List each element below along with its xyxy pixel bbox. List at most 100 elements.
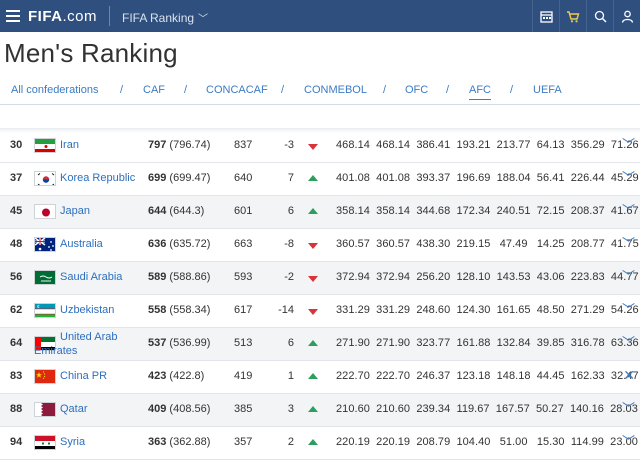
table-row[interactable]: 64 United Arab Emirates 537 (536.99) 513 … — [0, 328, 640, 361]
flag-uzbekistan-icon — [34, 303, 56, 318]
position-movement: 2 — [287, 436, 294, 448]
team-name-link[interactable]: China PR — [60, 370, 107, 382]
previous-points: 601 — [234, 205, 253, 217]
team-name-link[interactable]: Syria — [60, 436, 85, 448]
total-points: 699 (699.47) — [148, 172, 211, 184]
table-row[interactable]: 48 Australia 636 (635.72) 663 -8 360.57 … — [0, 229, 640, 262]
rank: 62 — [10, 304, 23, 316]
menu-icon[interactable] — [6, 10, 20, 22]
fifa-logo[interactable]: FIFA.com — [28, 8, 97, 25]
tab-caf[interactable]: CAF — [143, 84, 165, 96]
point-breakdown: 360.57 360.57 438.30 219.15 47.49 14.25 … — [336, 238, 639, 250]
tab-separator: / — [281, 84, 285, 96]
rank: 88 — [10, 403, 23, 415]
tab-separator: / — [120, 84, 124, 96]
team-name-link[interactable]: Japan — [60, 205, 90, 217]
tab-concacaf[interactable]: CONCACAF — [206, 84, 268, 96]
arrow-down-icon — [308, 144, 318, 150]
total-points: 423 (422.8) — [148, 370, 205, 382]
position-movement: 7 — [287, 172, 294, 184]
tab-uefa[interactable]: UEFA — [533, 84, 562, 96]
previous-points: 385 — [234, 403, 253, 415]
team-name-link[interactable]: Iran — [60, 139, 79, 151]
chevron-down-icon[interactable]: ﹀ — [622, 266, 635, 285]
tab-ofc[interactable]: OFC — [405, 84, 428, 96]
page-title: Men's Ranking — [4, 38, 178, 68]
table-row[interactable]: 30 Iran 797 (796.74) 837 -3 468.14 468.1… — [0, 130, 640, 163]
team-name-link[interactable]: Saudi Arabia — [60, 271, 122, 283]
total-points: 363 (362.88) — [148, 436, 211, 448]
table-row[interactable]: 83 China PR 423 (422.8) 419 1 222.70 222… — [0, 361, 640, 394]
arrow-up-icon — [308, 175, 318, 181]
table-row[interactable]: 62 Uzbekistan 558 (558.34) 617 -14 331.2… — [0, 295, 640, 328]
tab-conmebol[interactable]: CONMEBOL — [304, 84, 367, 96]
table-row[interactable]: 88 Qatar 409 (408.56) 385 3 210.60 210.6… — [0, 394, 640, 427]
point-breakdown: 210.60 210.60 239.34 119.67 167.57 50.27… — [336, 403, 638, 415]
position-movement: -8 — [284, 238, 294, 250]
total-points: 797 (796.74) — [148, 139, 211, 151]
flag-korea-icon — [34, 171, 56, 186]
flag-syria-icon — [34, 435, 56, 450]
chevron-down-icon[interactable]: ﹀ — [622, 332, 635, 351]
previous-points: 663 — [234, 238, 253, 250]
arrow-down-icon — [308, 309, 318, 315]
position-movement: 1 — [287, 370, 294, 382]
chevron-down-icon[interactable]: ﹀ — [622, 200, 635, 219]
header-actions — [532, 0, 640, 32]
flag-australia-icon — [34, 237, 56, 252]
rank: 45 — [10, 205, 23, 217]
position-movement: 6 — [287, 337, 294, 349]
position-movement: -3 — [284, 139, 294, 151]
rank: 37 — [10, 172, 23, 184]
total-points: 409 (408.56) — [148, 403, 211, 415]
tab-afc[interactable]: AFC — [469, 84, 491, 100]
previous-points: 617 — [234, 304, 253, 316]
position-movement: -2 — [284, 271, 294, 283]
arrow-up-icon — [308, 439, 318, 445]
user-icon[interactable] — [613, 0, 640, 32]
flag-qatar-icon — [34, 402, 56, 417]
team-name-link[interactable]: Australia — [60, 238, 103, 250]
chevron-down-icon[interactable]: ﹀ — [622, 167, 635, 186]
total-points: 558 (558.34) — [148, 304, 211, 316]
search-icon[interactable] — [586, 0, 613, 32]
point-breakdown: 331.29 331.29 248.60 124.30 161.65 48.50… — [336, 304, 639, 316]
close-icon[interactable]: ✕ — [623, 367, 635, 384]
total-points: 636 (635.72) — [148, 238, 211, 250]
chevron-down-icon[interactable]: ﹀ — [622, 134, 635, 153]
arrow-up-icon — [308, 373, 318, 379]
table-row[interactable]: 56 Saudi Arabia 589 (588.86) 593 -2 372.… — [0, 262, 640, 295]
chevron-down-icon[interactable]: ﹀ — [622, 233, 635, 252]
table-row[interactable]: 37 Korea Republic 699 (699.47) 640 7 401… — [0, 163, 640, 196]
flag-saudi-arabia-icon — [34, 270, 56, 285]
tabs-divider — [0, 104, 640, 105]
previous-points: 357 — [234, 436, 253, 448]
cart-icon[interactable] — [559, 0, 586, 32]
point-breakdown: 222.70 222.70 246.37 123.18 148.18 44.45… — [336, 370, 639, 382]
table-row[interactable]: 94 Syria 363 (362.88) 357 2 220.19 220.1… — [0, 427, 640, 460]
tab-separator: / — [446, 84, 450, 96]
rank: 48 — [10, 238, 23, 250]
previous-points: 640 — [234, 172, 253, 184]
rank: 56 — [10, 271, 23, 283]
previous-points: 593 — [234, 271, 253, 283]
section-dropdown[interactable]: FIFA Ranking ﹀ — [122, 10, 208, 25]
arrow-down-icon — [308, 243, 318, 249]
chevron-down-icon[interactable]: ﹀ — [622, 431, 635, 450]
total-points: 644 (644.3) — [148, 205, 205, 217]
calendar-icon[interactable] — [532, 0, 559, 32]
tab-all-confederations[interactable]: All confederations — [11, 84, 98, 96]
team-name-link[interactable]: Qatar — [60, 403, 88, 415]
chevron-down-icon[interactable]: ﹀ — [622, 299, 635, 318]
point-breakdown: 372.94 372.94 256.20 128.10 143.53 43.06… — [336, 271, 639, 283]
chevron-down-icon[interactable]: ﹀ — [622, 398, 635, 417]
point-breakdown: 468.14 468.14 386.41 193.21 213.77 64.13… — [336, 139, 639, 151]
team-name-link[interactable]: Uzbekistan — [60, 304, 114, 316]
team-name-link[interactable]: Korea Republic — [60, 172, 135, 184]
arrow-up-icon — [308, 406, 318, 412]
arrow-up-icon — [308, 208, 318, 214]
rank: 83 — [10, 370, 23, 382]
arrow-up-icon — [308, 340, 318, 346]
table-row[interactable]: 45 Japan 644 (644.3) 601 6 358.14 358.14… — [0, 196, 640, 229]
position-movement: 3 — [287, 403, 294, 415]
